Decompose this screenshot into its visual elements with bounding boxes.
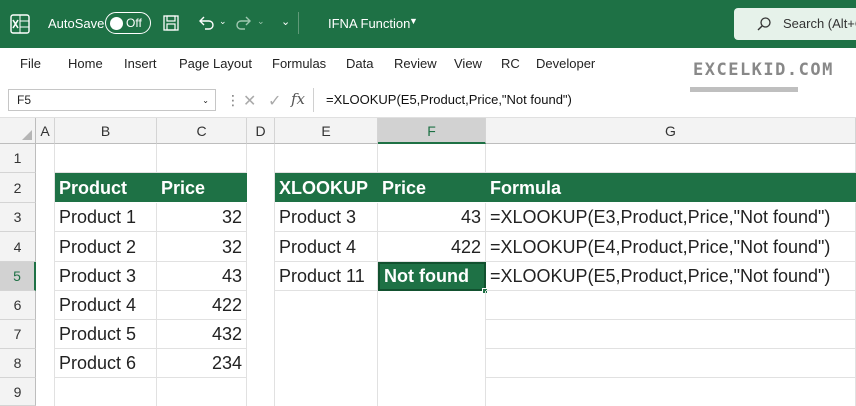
row-header-2[interactable]: 2 [0,173,36,203]
insert-function-icon[interactable]: fx [291,90,305,108]
logo-underline [690,87,798,92]
excel-logo-icon [10,14,30,34]
lookup-cell-product[interactable]: Product 4 [275,232,378,262]
table-cell-price[interactable]: 32 [157,203,247,232]
tab-home[interactable]: Home [68,56,103,71]
column-header-f[interactable]: F [378,118,486,144]
tab-insert[interactable]: Insert [124,56,157,71]
table-cell-product[interactable]: Product 6 [55,349,157,378]
formula-input[interactable]: =XLOOKUP(E5,Product,Price,"Not found") [326,92,572,107]
column-header-g[interactable]: G [486,118,856,144]
excelkid-logo: EXCELKID.COM [693,60,834,80]
cell-b1[interactable] [55,144,157,173]
title-dropdown-icon[interactable]: ▼ [409,16,418,26]
cell-b9[interactable] [55,378,157,406]
name-box-dropdown-icon[interactable]: ⌄ [202,96,209,105]
formula-highlight-underline [509,26,571,30]
row-header-6[interactable]: 6 [0,291,36,320]
lookup-cell-formula[interactable]: =XLOOKUP(E3,Product,Price,"Not found") [486,203,856,232]
cell-g1[interactable] [486,144,856,173]
undo-icon[interactable] [196,13,216,33]
tab-rc[interactable]: RC [501,56,520,71]
column-header-b[interactable]: B [55,118,157,144]
table-cell-price[interactable]: 32 [157,232,247,262]
table-cell-product[interactable]: Product 4 [55,291,157,320]
row-header-5[interactable]: 5 [0,262,36,291]
lookup-cell-formula[interactable]: =XLOOKUP(E4,Product,Price,"Not found") [486,232,856,262]
cancel-icon[interactable]: ✕ [243,91,256,111]
tab-formulas[interactable]: Formulas [272,56,326,71]
row-header-1[interactable]: 1 [0,144,36,173]
table-cell-product[interactable]: Product 5 [55,320,157,349]
tab-data[interactable]: Data [346,56,373,71]
search-icon [757,17,771,31]
save-icon[interactable] [161,13,181,33]
lookup-cell-product[interactable]: Product 3 [275,203,378,232]
name-box[interactable]: F5 ⌄ [8,89,216,111]
tab-review[interactable]: Review [394,56,437,71]
empty-cells-e[interactable] [275,291,378,406]
column-header-a[interactable]: A [36,118,55,144]
cell-g7[interactable] [486,320,856,349]
column-header-d[interactable]: D [247,118,275,144]
lookup-cell-price[interactable]: 422 [378,232,486,262]
cell-c9[interactable] [157,378,247,406]
table-cell-price[interactable]: 234 [157,349,247,378]
lookup-cell-product[interactable]: Product 11 [275,262,378,291]
column-header-c[interactable]: C [157,118,247,144]
cell-g9[interactable] [486,378,856,406]
row-header-4[interactable]: 4 [0,232,36,262]
cell-c1[interactable] [157,144,247,173]
name-box-value: F5 [17,93,32,107]
autosave-state: Off [126,16,142,30]
formula-bar-separator [313,88,314,112]
table-cell-price[interactable]: 43 [157,262,247,291]
search-box[interactable]: Search (Alt+Q) [734,8,856,40]
search-placeholder: Search (Alt+Q) [783,16,856,31]
header-product[interactable]: Product [55,173,157,203]
active-cell-f5[interactable]: Not found [378,262,486,291]
lookup-cell-price[interactable]: 43 [378,203,486,232]
select-all-icon [22,130,32,140]
row-header-7[interactable]: 7 [0,320,36,349]
redo-dropdown-icon[interactable]: ⌄ [257,16,265,27]
cell-e1[interactable] [275,144,378,173]
header-price[interactable]: Price [157,173,247,203]
more-options-icon[interactable]: ⋮ [226,92,240,109]
table-cell-product[interactable]: Product 1 [55,203,157,232]
cell-g8[interactable] [486,349,856,378]
autosave-toggle[interactable]: Off [105,12,151,34]
column-d-cells[interactable] [247,144,275,406]
header-xlookup[interactable]: XLOOKUP [275,173,378,203]
lookup-cell-formula[interactable]: =XLOOKUP(E5,Product,Price,"Not found") [486,262,856,291]
tab-developer[interactable]: Developer [536,56,595,71]
customize-toolbar-icon[interactable]: ⌄ [281,15,290,28]
document-title[interactable]: IFNA Function [328,16,410,31]
title-bar: AutoSave Off ⌄ ⌄ ⌄ IFNA Function ▼ Searc… [0,0,856,48]
header-lookup-price[interactable]: Price [378,173,486,203]
toggle-knob [110,16,123,30]
row-header-9[interactable]: 9 [0,378,36,406]
enter-check-icon[interactable]: ✓ [268,91,281,111]
autosave-label: AutoSave [48,16,105,31]
tab-page-layout[interactable]: Page Layout [179,56,252,71]
redo-icon[interactable] [234,13,254,33]
select-all-corner[interactable] [0,118,36,144]
cell-f1[interactable] [378,144,486,173]
row-header-3[interactable]: 3 [0,203,36,232]
table-cell-price[interactable]: 432 [157,320,247,349]
table-cell-price[interactable]: 422 [157,291,247,320]
table-cell-product[interactable]: Product 3 [55,262,157,291]
tab-view[interactable]: View [454,56,482,71]
cell-g6[interactable] [486,291,856,320]
row-header-8[interactable]: 8 [0,349,36,378]
header-formula[interactable]: Formula [486,173,856,203]
empty-cells-f[interactable] [378,291,486,406]
column-a-cells[interactable] [36,144,55,406]
table-cell-product[interactable]: Product 2 [55,232,157,262]
undo-dropdown-icon[interactable]: ⌄ [219,16,227,27]
title-separator [298,12,299,34]
column-header-e[interactable]: E [275,118,378,144]
tab-file[interactable]: File [20,56,41,71]
